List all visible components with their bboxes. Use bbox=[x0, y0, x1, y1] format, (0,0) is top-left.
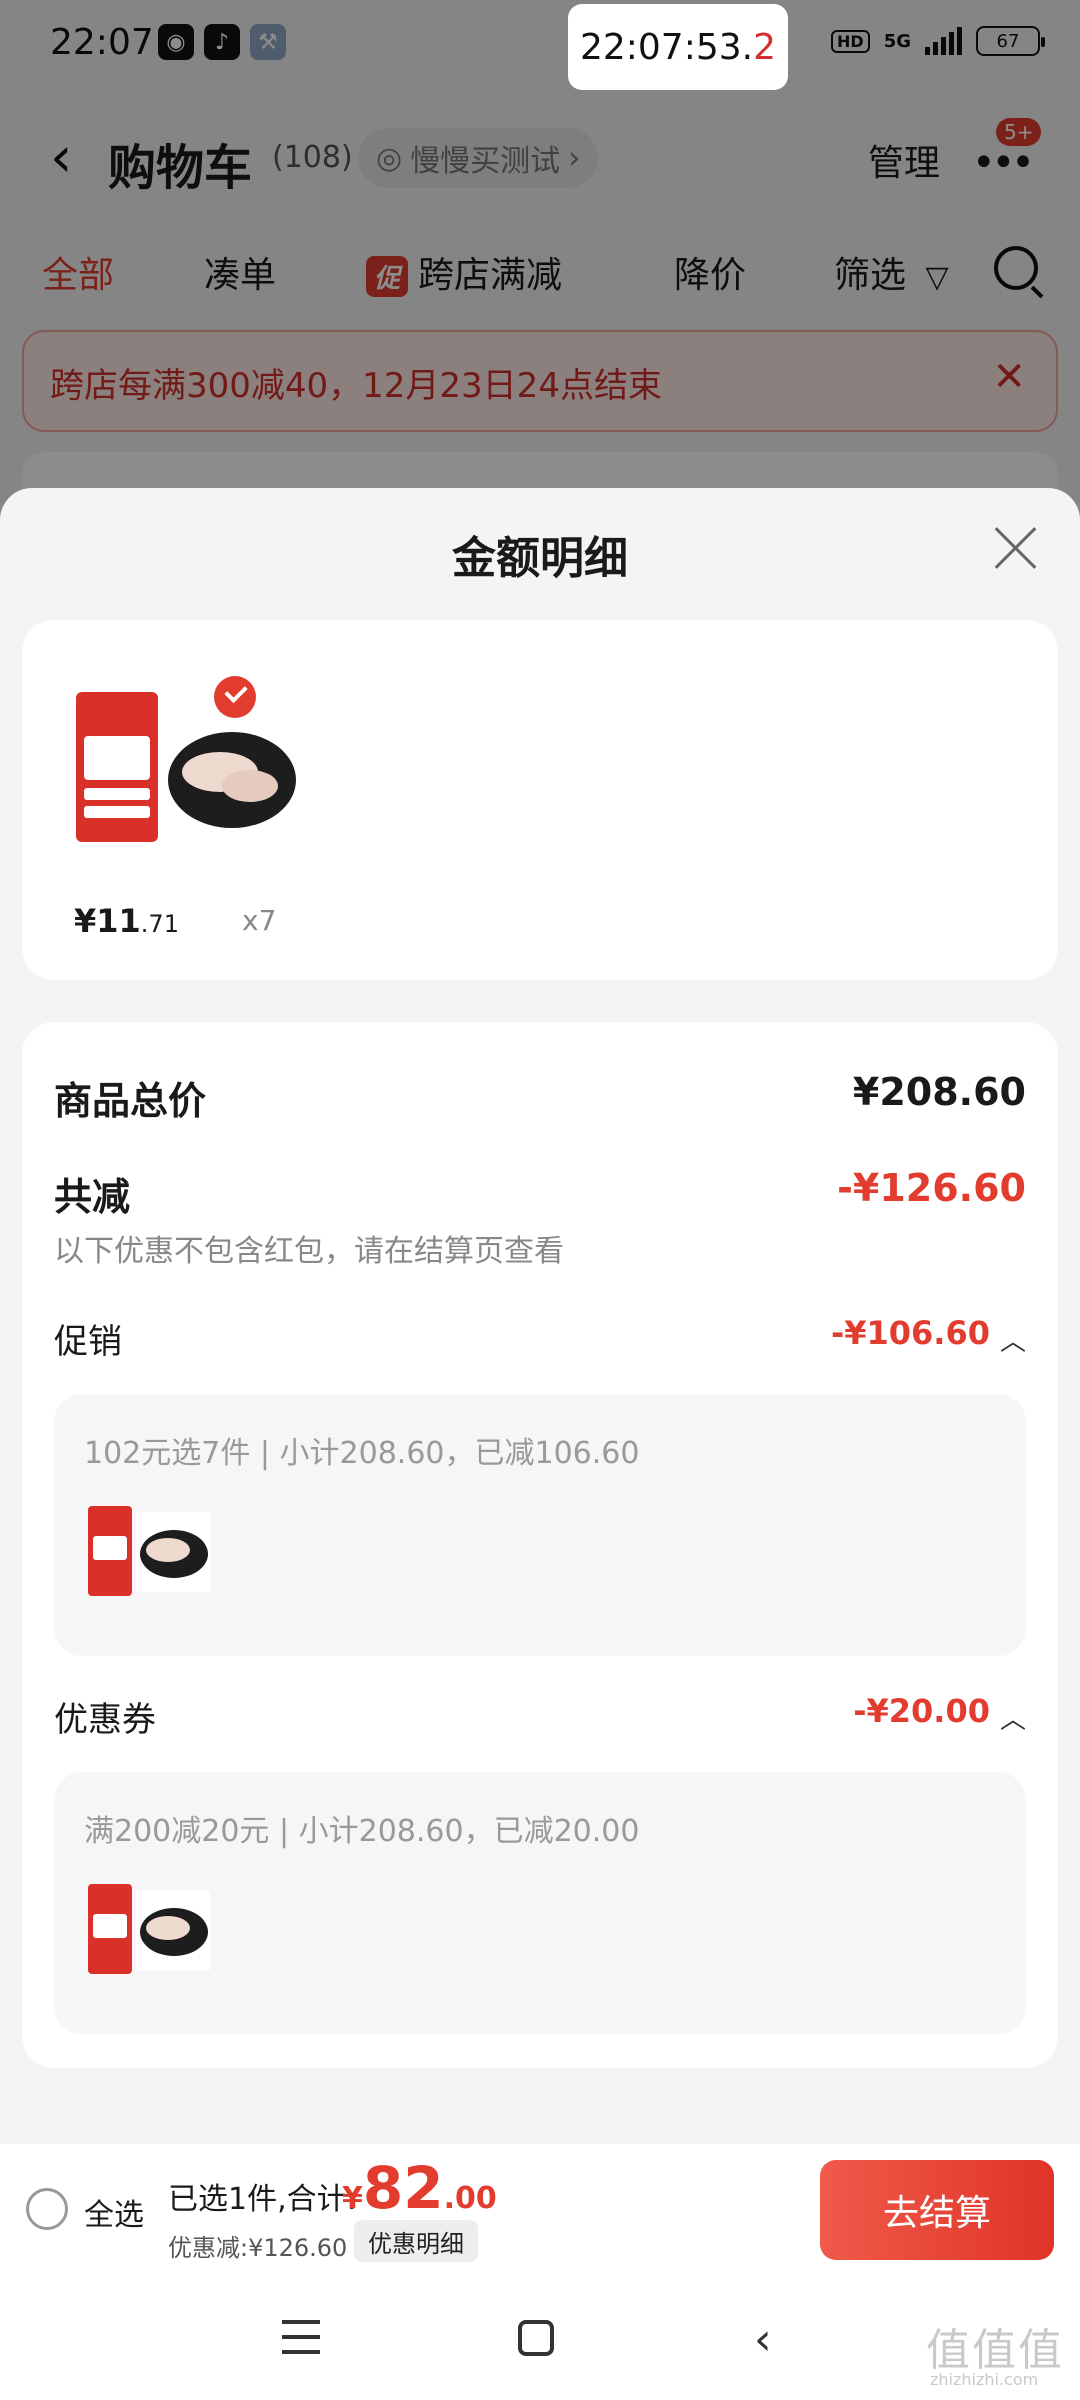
sheet-title: 金额明细 bbox=[452, 533, 628, 584]
coupon-row[interactable]: 优惠券 -¥20.00 ︿ bbox=[54, 1692, 1026, 1740]
screen-timer: 22:07:53. 2 bbox=[568, 4, 788, 90]
close-icon[interactable] bbox=[992, 524, 1040, 572]
total-currency: ¥ bbox=[342, 2181, 363, 2216]
menu-icon[interactable] bbox=[282, 2320, 320, 2354]
promo-detail-text: 102元选7件 | 小计208.60，已减106.60 bbox=[84, 1436, 640, 1471]
back-icon[interactable]: ‹ bbox=[754, 2314, 772, 2365]
discount-summary: 优惠减:¥126.60 bbox=[168, 2234, 348, 2262]
promo-row[interactable]: 促销 -¥106.60 ︿ bbox=[54, 1314, 1026, 1362]
total-amount: ¥82.00 bbox=[342, 2154, 497, 2222]
goods-total-label: 商品总价 bbox=[54, 1079, 207, 1123]
coupon-value-wrap: -¥20.00 ︿ bbox=[853, 1692, 1026, 1736]
item-price-main: ¥11 bbox=[74, 902, 141, 940]
timer-fraction: 2 bbox=[753, 26, 777, 68]
price-breakdown-card: 商品总价 ¥208.60 共减 -¥126.60 以下优惠不包含红包，请在结算页… bbox=[22, 1022, 1058, 2068]
selected-summary: 已选1件,合计: bbox=[168, 2182, 357, 2217]
selected-item-card: ¥11.71 x7 bbox=[22, 620, 1058, 980]
coupon-value: -¥20.00 bbox=[853, 1692, 990, 1730]
selected-check-icon[interactable] bbox=[214, 676, 256, 718]
system-nav-bar: ‹ 值值值 zhizhizhi.com bbox=[0, 2274, 1080, 2400]
timer-main: 22:07:53. bbox=[579, 26, 754, 68]
promo-product-thumbnail bbox=[88, 1506, 210, 1596]
coupon-product-thumbnail bbox=[88, 1884, 210, 1974]
goods-total-value: ¥208.60 bbox=[852, 1070, 1026, 1114]
watermark-logo: 值值值 bbox=[926, 2325, 1064, 2376]
discount-detail-button[interactable]: 优惠明细 bbox=[354, 2220, 478, 2262]
amount-detail-sheet: 金额明细 ¥11.71 x7 商品总价 ¥208.60 共减 -¥126.60 … bbox=[0, 488, 1080, 2144]
promo-value-wrap: -¥106.60 ︿ bbox=[831, 1314, 1026, 1358]
home-icon[interactable] bbox=[518, 2320, 554, 2356]
chevron-up-icon[interactable]: ︿ bbox=[1000, 1321, 1026, 1358]
total-integer: 82 bbox=[362, 2154, 444, 2222]
total-off-row: 共减 -¥126.60 bbox=[54, 1166, 1026, 1219]
total-off-value: -¥126.60 bbox=[837, 1166, 1026, 1210]
coupon-detail-text: 满200减20元 | 小计208.60，已减20.00 bbox=[84, 1814, 640, 1849]
promo-label: 促销 bbox=[54, 1322, 122, 1362]
chevron-up-icon[interactable]: ︿ bbox=[1000, 1699, 1026, 1736]
item-quantity: x7 bbox=[242, 904, 277, 937]
select-all-radio[interactable] bbox=[26, 2188, 68, 2230]
coupon-detail-box: 满200减20元 | 小计208.60，已减20.00 bbox=[54, 1772, 1026, 2034]
item-price: ¥11.71 bbox=[74, 902, 179, 940]
discount-note: 以下优惠不包含红包，请在结算页查看 bbox=[54, 1234, 564, 1269]
watermark-url: zhizhizhi.com bbox=[930, 2370, 1039, 2389]
checkout-button[interactable]: 去结算 bbox=[820, 2160, 1054, 2260]
goods-total-row: 商品总价 ¥208.60 bbox=[54, 1070, 1026, 1123]
checkout-bar: 全选 已选1件,合计: ¥82.00 优惠减:¥126.60 优惠明细 去结算 bbox=[0, 2144, 1080, 2274]
total-off-label: 共减 bbox=[54, 1175, 131, 1219]
product-image bbox=[76, 692, 296, 842]
coupon-label: 优惠券 bbox=[54, 1700, 156, 1740]
select-all-label[interactable]: 全选 bbox=[84, 2190, 144, 2234]
total-decimal: .00 bbox=[443, 2181, 497, 2216]
promo-value: -¥106.60 bbox=[830, 1314, 990, 1352]
promo-detail-box: 102元选7件 | 小计208.60，已减106.60 bbox=[54, 1394, 1026, 1656]
item-price-frac: .71 bbox=[140, 910, 179, 938]
